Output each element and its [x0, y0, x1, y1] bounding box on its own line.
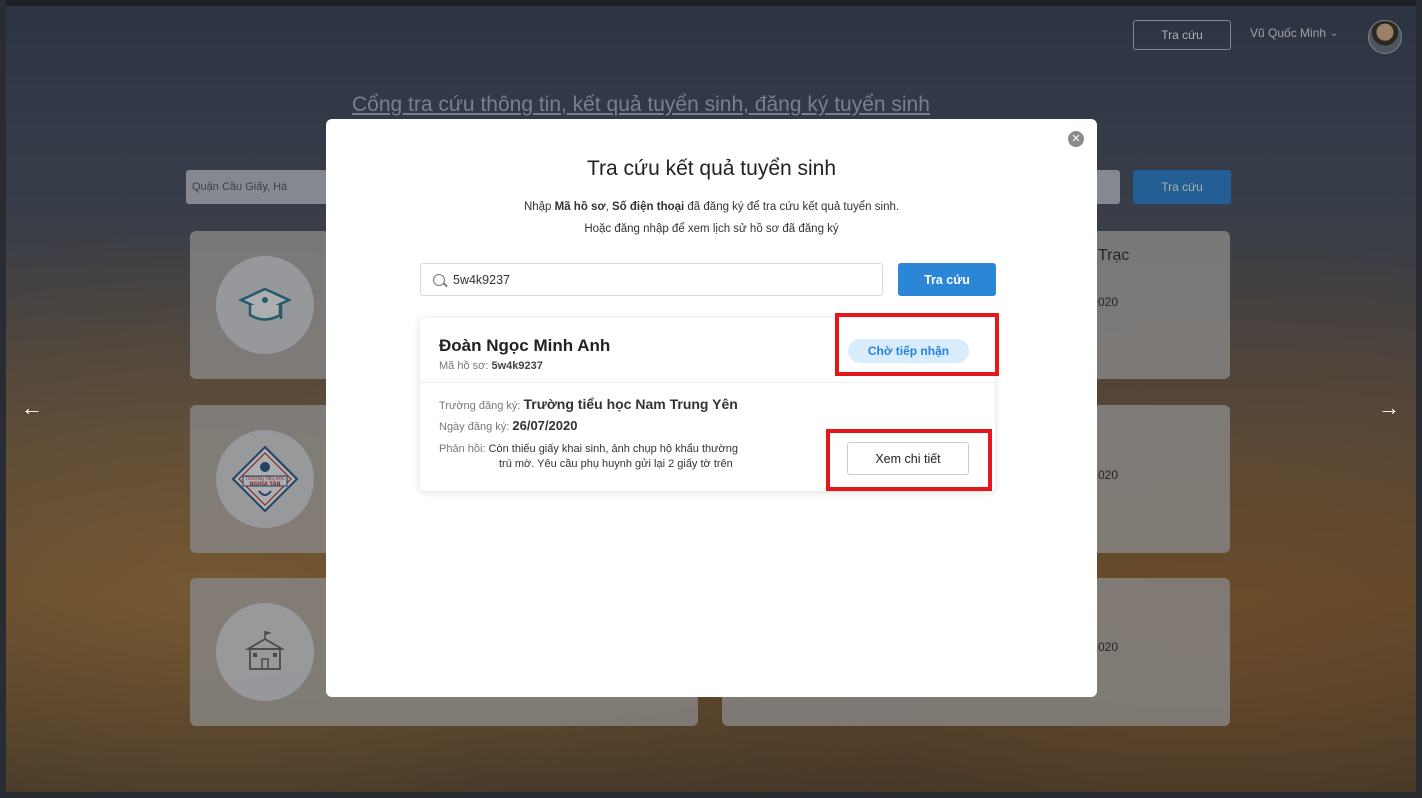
registered-school-label: Trường đăng ký: [439, 400, 524, 412]
divider [420, 382, 995, 383]
registration-date-label: Ngày đăng ký: [439, 421, 513, 433]
registration-date-value: 26/07/2020 [512, 418, 578, 433]
application-code-value: 5w4k9237 [491, 360, 543, 372]
close-icon[interactable]: ✕ [1068, 131, 1084, 147]
application-code-label: Mã hồ sơ: [439, 360, 492, 372]
instructions-code-term: Mã hồ sơ [554, 201, 606, 213]
lookup-modal: ✕ Tra cứu kết quả tuyển sinh Nhập Mã hồ … [326, 119, 1097, 697]
registration-date: Ngày đăng ký: 26/07/2020 [439, 418, 577, 433]
instructions-suffix: đã đăng ký để tra cứu kết quả tuyển sinh… [684, 201, 900, 213]
modal-title: Tra cứu kết quả tuyển sinh [586, 157, 837, 180]
status-highlight-box [835, 313, 999, 376]
details-highlight-box [826, 429, 992, 491]
search-input[interactable]: 5w4k9237 [420, 263, 883, 296]
lookup-button[interactable]: Tra cứu [898, 263, 996, 296]
instructions-prefix: Nhập [523, 201, 555, 213]
feedback: Phản hồi: Còn thiếu giấy khai sinh, ảnh … [439, 442, 738, 472]
feedback-label: Phản hồi: [439, 443, 489, 455]
arrow-right-icon[interactable]: → [1378, 395, 1400, 421]
registered-school: Trường đăng ký: Trường tiểu học Nam Trun… [439, 396, 738, 412]
modal-instructions: Nhập Mã hồ sơ, Số điện thoại đã đăng ký … [326, 201, 1097, 213]
feedback-line1: Còn thiếu giấy khai sinh, ảnh chụp hộ kh… [488, 443, 738, 455]
student-name: Đoàn Ngọc Minh Anh [439, 336, 611, 355]
modal-login-hint: Hoặc đăng nhập để xem lịch sử hồ sơ đã đ… [584, 223, 839, 235]
search-input-value: 5w4k9237 [453, 272, 510, 287]
arrow-left-icon[interactable]: ← [21, 395, 43, 421]
feedback-line2: trú mờ. Yêu cầu phụ huynh gửi lại 2 giấy… [499, 458, 733, 470]
instructions-phone-term: Số điện thoại [612, 201, 685, 213]
search-icon [433, 273, 445, 286]
application-code: Mã hồ sơ: 5w4k9237 [439, 360, 543, 372]
registered-school-value: Trường tiểu học Nam Trung Yên [523, 396, 738, 412]
